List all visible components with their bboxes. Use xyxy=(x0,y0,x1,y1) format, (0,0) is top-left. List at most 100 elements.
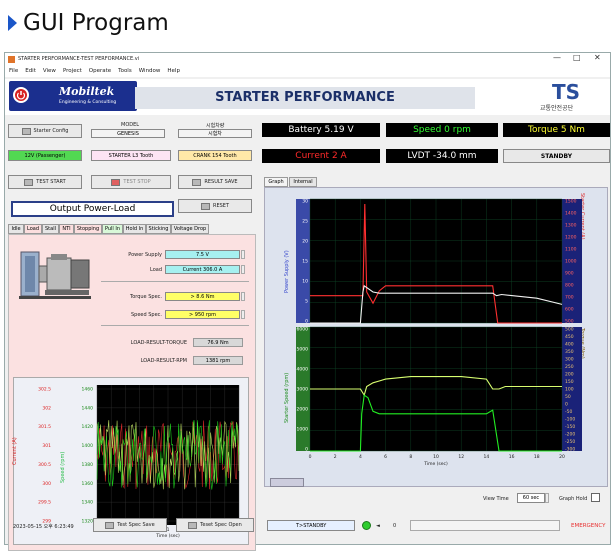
bottom-left-tick: 4000 xyxy=(297,367,309,373)
menu-file[interactable]: File xyxy=(9,68,18,74)
graph-palette[interactable] xyxy=(270,478,304,487)
test-start-label: TEST START xyxy=(36,179,66,185)
model-field[interactable]: GENESIS xyxy=(91,129,165,138)
top-left-tick: 0 xyxy=(305,319,308,325)
test-spec-open-button[interactable]: Teset Spec Open xyxy=(176,518,254,532)
speed-spec-label: Speed Spec. xyxy=(130,312,162,318)
app-window: STARTER PERFORMANCE-TEST PERFORMANCE.vi … xyxy=(4,52,611,551)
speed-spec-stepper[interactable] xyxy=(241,310,245,319)
menu-view[interactable]: View xyxy=(43,68,56,74)
top-right-tick: 1100 xyxy=(565,247,577,253)
voltage-type-field[interactable]: 12V (Passenger) xyxy=(8,150,82,161)
sample-label: 시험차량 xyxy=(206,123,225,129)
menu-tools[interactable]: Tools xyxy=(118,68,132,74)
top-left-tick: 10 xyxy=(302,279,308,285)
result-save-button[interactable]: RESULT SAVE xyxy=(178,175,252,189)
menu-operate[interactable]: Operate xyxy=(89,68,111,74)
tab-idle[interactable]: Idle xyxy=(8,224,24,234)
bottom-right-tick: 250 xyxy=(565,364,574,370)
tab-pull-in[interactable]: Pull In xyxy=(102,224,123,234)
test-start-button[interactable]: TEST START xyxy=(8,175,82,189)
top-right-tick: 800 xyxy=(565,283,574,289)
test-spec-save-button[interactable]: Test Spec Save xyxy=(93,518,167,532)
graph-hold-checkbox[interactable] xyxy=(591,493,600,502)
logo-name: Mobiltek xyxy=(59,85,115,98)
bottom-right-tick: 300 xyxy=(565,357,574,363)
menu-project[interactable]: Project xyxy=(63,68,82,74)
bottom-left-tick: 0 xyxy=(305,447,308,453)
tab-nti[interactable]: NTI xyxy=(59,224,74,234)
top-left-tick: 30 xyxy=(302,199,308,205)
small-chart-right-tick: 1360 xyxy=(82,481,94,487)
small-chart-x-tick: 1 xyxy=(167,527,170,533)
bottom-right-tick: 400 xyxy=(565,342,574,348)
load-stepper[interactable] xyxy=(241,265,245,274)
view-time-label: View Time xyxy=(483,496,509,502)
mode-display: Output Power-Load xyxy=(11,201,174,217)
play-icon xyxy=(24,178,34,186)
tab-graph[interactable]: Graph xyxy=(264,177,288,187)
small-chart-right-tick: 1380 xyxy=(82,462,94,468)
menu-help[interactable]: Help xyxy=(167,68,180,74)
tab-stopping[interactable]: Stopping xyxy=(74,224,102,234)
starter-tooth-field[interactable]: STARTER L3 Tooth xyxy=(91,150,171,161)
bottom-right-tick: -100 xyxy=(565,417,575,423)
tab-hold-in[interactable]: Hold In xyxy=(123,224,146,234)
torque-spec-stepper[interactable] xyxy=(241,292,245,301)
small-chart-left-tick: 302.5 xyxy=(38,387,51,393)
load-field[interactable]: Current 306.0 A xyxy=(165,265,240,274)
graph-x-tick: 20 xyxy=(559,454,565,460)
config-icon xyxy=(21,127,31,135)
bottom-left-tick: 2000 xyxy=(297,407,309,413)
small-chart-left-tick: 300.5 xyxy=(38,462,51,468)
reset-label: RESET xyxy=(212,203,230,209)
graph-x-label: Time (sec) xyxy=(423,461,448,467)
reset-button[interactable]: RESET xyxy=(178,199,252,213)
battery-indicator: Battery 5.19 V xyxy=(262,123,380,137)
starter-config-button[interactable]: Starter Config xyxy=(8,124,82,138)
bottom-right-tick: -50 xyxy=(565,409,572,415)
minimize-button[interactable]: — xyxy=(553,53,561,62)
power-icon[interactable] xyxy=(13,87,29,103)
close-button[interactable]: ✕ xyxy=(594,53,601,62)
power-supply-field[interactable]: 7.5 V xyxy=(165,250,240,259)
small-chart-x-label: Time (sec) xyxy=(155,533,180,539)
test-stop-button[interactable]: TEST STOP xyxy=(91,175,171,189)
page-title: GUI Program xyxy=(23,10,169,36)
menu-edit[interactable]: Edit xyxy=(25,68,36,74)
graph-x-tick: 14 xyxy=(484,454,490,460)
sample-field[interactable]: 시험차 xyxy=(178,129,252,138)
bottom-right-tick: 350 xyxy=(565,349,574,355)
divider xyxy=(101,325,249,326)
top-right-tick: 700 xyxy=(565,295,574,301)
tab-stall[interactable]: Stall xyxy=(42,224,59,234)
title-bar: STARTER PERFORMANCE-TEST PERFORMANCE.vi … xyxy=(5,53,610,65)
view-time-field[interactable]: 60 sec xyxy=(517,493,545,503)
bottom-right-tick: -300 xyxy=(565,447,575,453)
bottom-left-tick: 6000 xyxy=(297,327,309,333)
tab-load[interactable]: Load xyxy=(24,224,42,234)
ts-logo-text: TS xyxy=(552,80,581,104)
tab-voltage-drop[interactable]: Voltage Drop xyxy=(171,224,209,234)
test-stop-label: TEST STOP xyxy=(123,179,151,185)
tab-sticking[interactable]: Sticking xyxy=(146,224,171,234)
result-rpm-label: LOAD-RESULT-RPM xyxy=(140,358,187,364)
view-time-stepper[interactable] xyxy=(545,493,549,503)
footer-datetime: 2023-05-15 오후 6:23:49 xyxy=(13,524,74,530)
progress-bar xyxy=(410,520,560,531)
top-left-tick: 5 xyxy=(305,299,308,305)
torque-spec-field[interactable]: > 8.6 Nm xyxy=(165,292,240,301)
tab-internal[interactable]: Internal xyxy=(289,177,317,187)
bottom-right-tick: 150 xyxy=(565,379,574,385)
bottom-right-tick: -250 xyxy=(565,439,575,445)
crank-tooth-field[interactable]: CRANK 154 Tooth xyxy=(178,150,252,161)
power-supply-stepper[interactable] xyxy=(241,250,245,259)
stop-icon xyxy=(111,178,121,186)
top-right-tick: 500 xyxy=(565,319,574,325)
menu-window[interactable]: Window xyxy=(139,68,161,74)
main-graph: 3025201510501500140013001200110010009008… xyxy=(296,199,582,467)
speed-spec-field[interactable]: > 950 rpm xyxy=(165,310,240,319)
small-chart-right-tick: 1320 xyxy=(82,519,94,525)
small-chart-right-tick: 1440 xyxy=(82,405,94,411)
maximize-button[interactable]: □ xyxy=(573,53,581,62)
